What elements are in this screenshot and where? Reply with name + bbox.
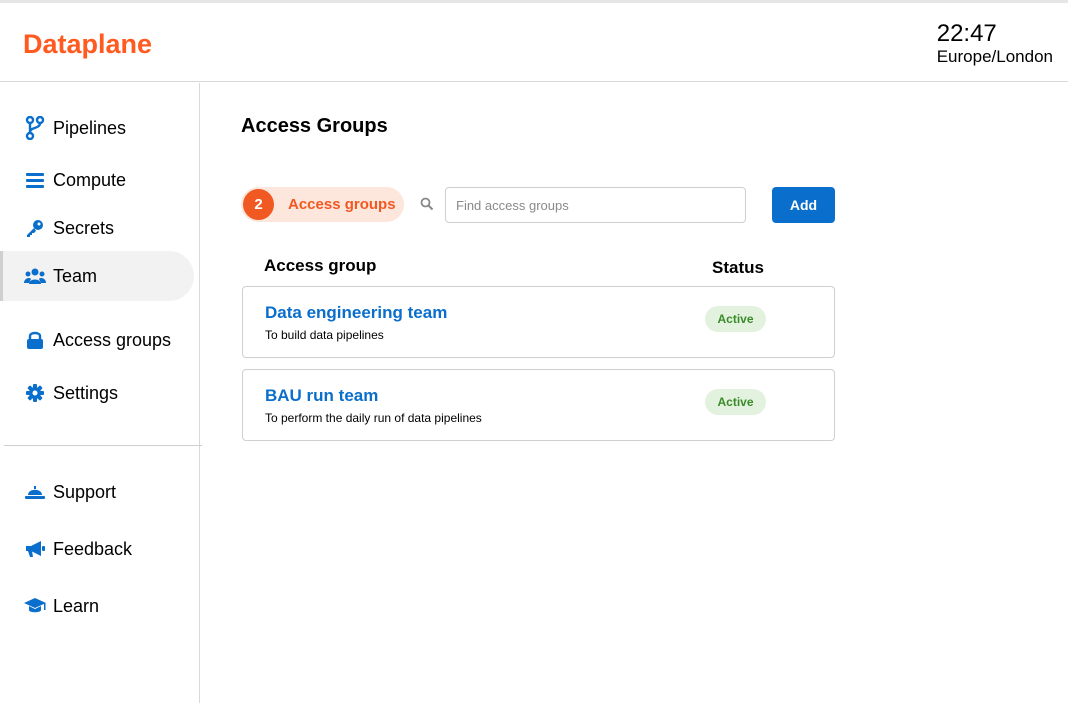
sidebar-item-feedback[interactable]: Feedback xyxy=(4,524,194,574)
sidebar-item-settings[interactable]: Settings xyxy=(4,368,194,418)
access-group-name-link[interactable]: Data engineering team xyxy=(265,303,447,323)
gear-icon xyxy=(24,382,46,404)
sidebar-item-access-groups[interactable]: Access groups xyxy=(4,315,194,365)
access-group-description: To perform the daily run of data pipelin… xyxy=(265,411,482,425)
access-group-name-link[interactable]: BAU run team xyxy=(265,386,378,406)
access-groups-count-pill: 2 Access groups xyxy=(241,187,404,222)
sidebar-item-label: Feedback xyxy=(53,538,133,559)
pipeline-branch-icon xyxy=(24,116,46,140)
count-label: Access groups xyxy=(288,196,396,213)
status-badge: Active xyxy=(705,389,766,415)
sidebar-item-secrets[interactable]: Secrets xyxy=(4,203,194,253)
count-badge: 2 xyxy=(243,189,274,220)
key-icon xyxy=(24,217,46,239)
bell-icon xyxy=(24,481,46,503)
sidebar-item-label: Settings xyxy=(53,382,119,403)
sidebar-item-label: Access groups xyxy=(53,329,172,350)
lock-icon xyxy=(24,329,46,351)
sidebar-item-label: Pipelines xyxy=(53,117,127,138)
sidebar-item-support[interactable]: Support xyxy=(4,467,194,517)
clock-timezone: Europe/London xyxy=(936,47,1053,66)
status-badge: Active xyxy=(705,306,766,332)
access-group-description: To build data pipelines xyxy=(265,328,384,342)
sidebar-item-compute[interactable]: Compute xyxy=(4,155,194,205)
add-button[interactable]: Add xyxy=(772,187,835,223)
sidebar-item-learn[interactable]: Learn xyxy=(4,581,194,631)
sidebar-item-label: Compute xyxy=(53,169,127,190)
clock: 22:47 Europe/London xyxy=(937,21,1053,67)
sidebar: Pipelines Compute Secrets Team Access gr… xyxy=(0,83,202,703)
sidebar-item-label: Team xyxy=(53,265,98,286)
table-row[interactable]: Data engineering team To build data pipe… xyxy=(242,286,835,358)
brand-logo[interactable]: Dataplane xyxy=(23,29,152,60)
bars-icon xyxy=(24,169,46,191)
search-input[interactable] xyxy=(445,187,746,223)
column-header-status: Status xyxy=(712,258,764,277)
table-row[interactable]: BAU run team To perform the daily run of… xyxy=(242,369,835,441)
search-icon xyxy=(420,197,434,211)
users-icon xyxy=(24,265,46,287)
sidebar-item-label: Support xyxy=(53,481,117,502)
column-header-access-group: Access group xyxy=(264,256,377,275)
clock-time: 22:47 xyxy=(936,20,997,47)
graduation-cap-icon xyxy=(24,595,46,617)
header: Dataplane 22:47 Europe/London xyxy=(0,3,1068,82)
sidebar-item-pipelines[interactable]: Pipelines xyxy=(4,103,194,153)
sidebar-item-label: Learn xyxy=(53,595,100,616)
sidebar-item-team[interactable]: Team xyxy=(0,251,194,301)
sidebar-divider xyxy=(4,445,202,446)
sidebar-item-label: Secrets xyxy=(53,217,115,238)
page-title: Access Groups xyxy=(241,115,388,137)
megaphone-icon xyxy=(24,538,46,560)
